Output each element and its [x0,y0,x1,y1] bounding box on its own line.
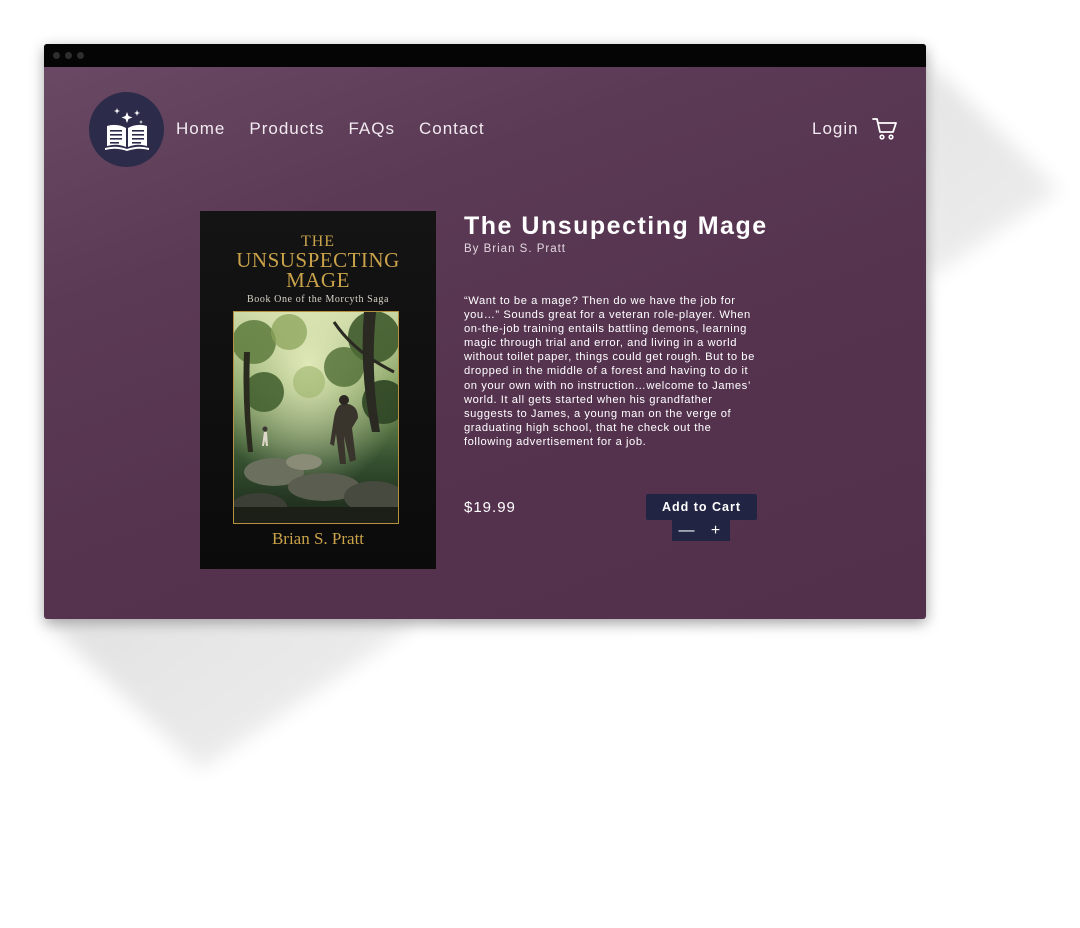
cover-subtitle: Book One of the Morcyth Saga [246,294,390,305]
site-logo[interactable] [89,92,164,167]
forest-scene-image [234,312,398,523]
window-titlebar [44,44,926,67]
cover-forest-illustration [233,311,399,524]
browser-window: Home Products FAQs Contact Login THE UNS… [44,44,926,619]
open-book-sparkles-icon [104,107,149,151]
nav-link-home[interactable]: Home [176,119,225,139]
quantity-increase-button[interactable]: + [706,522,726,539]
product-author: By Brian S. Pratt [464,243,567,255]
site-header: Home Products FAQs Contact Login [44,67,926,187]
cart-icon[interactable] [872,117,898,141]
cover-title-line: MAGE [286,268,350,292]
book-cover[interactable]: THE UNSUSPECTING MAGE Book One of the Mo… [200,211,436,569]
quantity-stepper: — + [672,520,730,541]
login-link[interactable]: Login [812,119,859,139]
quantity-decrease-button[interactable]: — [677,522,697,539]
cover-author: Brian S. Pratt [271,529,365,548]
window-dot[interactable] [65,52,72,59]
window-dot[interactable] [77,52,84,59]
nav-link-products[interactable]: Products [249,119,324,139]
nav-link-contact[interactable]: Contact [419,119,485,139]
add-to-cart-button[interactable]: Add to Cart [646,494,757,520]
product-title: The Unsupecting Mage [464,212,768,240]
product-price: $19.99 [464,499,516,516]
main-nav: Home Products FAQs Contact [176,119,485,139]
nav-link-faqs[interactable]: FAQs [348,119,395,139]
product-description: “Want to be a mage? Then do we have the … [464,295,755,448]
window-dot[interactable] [53,52,60,59]
scene: Home Products FAQs Contact Login THE UNS… [0,0,1080,928]
